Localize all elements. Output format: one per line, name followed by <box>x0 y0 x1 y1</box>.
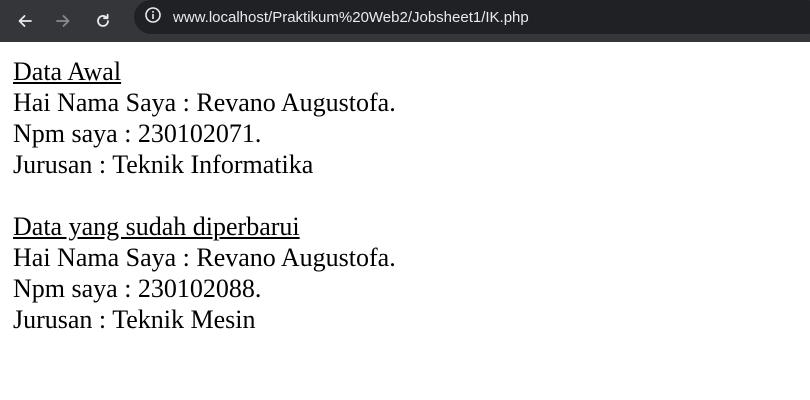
site-info-button[interactable] <box>136 0 170 34</box>
arrow-right-icon <box>54 12 72 30</box>
section-heading-updated: Data yang sudah diperbarui <box>13 212 300 241</box>
line-break <box>13 180 793 211</box>
npm-line-updated: Npm saya : 230102088. <box>13 274 262 303</box>
reload-icon <box>94 12 112 30</box>
browser-toolbar: www.localhost/Praktikum%20Web2/Jobsheet1… <box>0 0 810 42</box>
npm-line-initial: Npm saya : 230102071. <box>13 119 262 148</box>
section-heading-initial: Data Awal <box>13 57 122 86</box>
reload-button[interactable] <box>87 5 119 37</box>
page-content: Data Awal Hai Nama Saya : Revano Augusto… <box>13 56 793 335</box>
url-text[interactable]: www.localhost/Praktikum%20Web2/Jobsheet1… <box>173 9 529 26</box>
arrow-left-icon <box>16 12 34 30</box>
name-line-initial: Hai Nama Saya : Revano Augustofa. <box>13 88 396 117</box>
back-button[interactable] <box>9 5 41 37</box>
info-circle-icon <box>144 6 162 29</box>
name-line-updated: Hai Nama Saya : Revano Augustofa. <box>13 243 396 272</box>
address-bar[interactable]: www.localhost/Praktikum%20Web2/Jobsheet1… <box>134 0 810 34</box>
jurusan-line-initial: Jurusan : Teknik Informatika <box>13 150 314 179</box>
jurusan-line-updated: Jurusan : Teknik Mesin <box>13 305 256 334</box>
forward-button[interactable] <box>47 5 79 37</box>
